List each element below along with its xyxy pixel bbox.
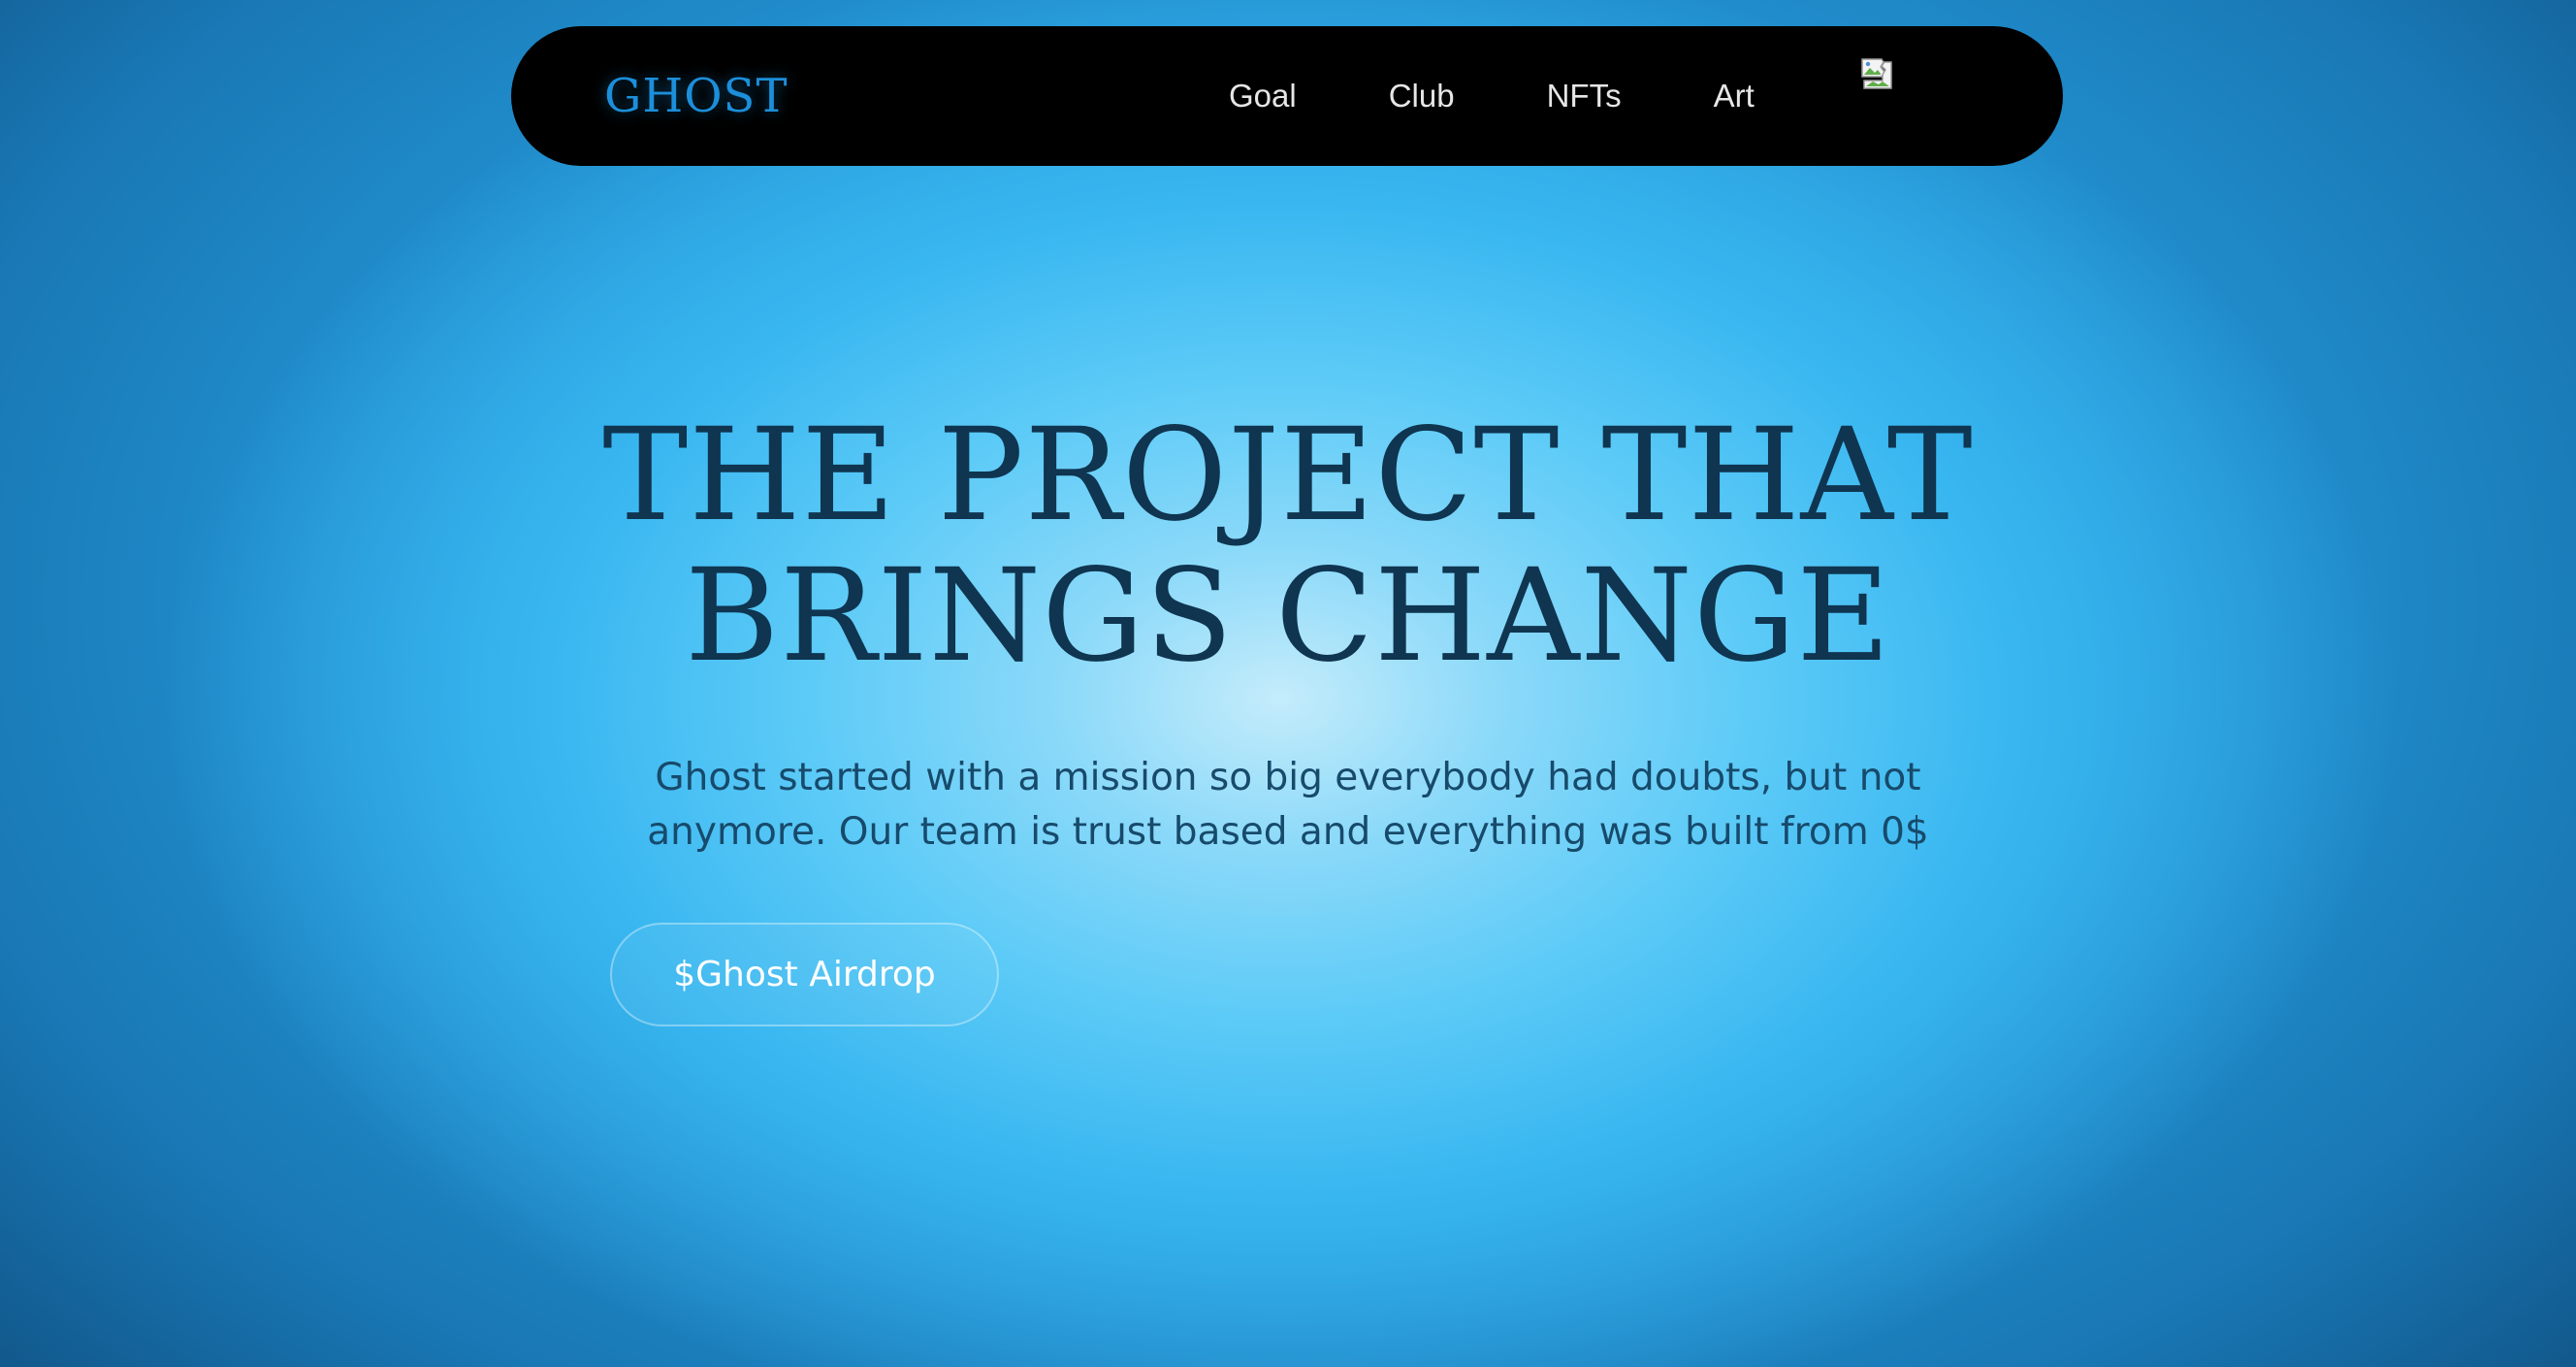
top-navbar: GHOST Goal Club NFTs Art	[511, 26, 2063, 166]
hero-title-line-2: BRINGS CHANGE	[685, 541, 1891, 691]
hero-title: THE PROJECT THAT BRINGS CHANGE	[0, 406, 2576, 687]
hero-title-line-1: THE PROJECT THAT	[602, 401, 1974, 550]
broken-image-icon[interactable]	[1861, 58, 1892, 89]
hero-description-line-1: Ghost started with a mission so big ever…	[655, 756, 1921, 799]
hero-description: Ghost started with a mission so big ever…	[512, 751, 2064, 860]
logo[interactable]: GHOST	[604, 26, 788, 166]
airdrop-button[interactable]: $Ghost Airdrop	[610, 923, 999, 1026]
nav-link-nfts[interactable]: NFTs	[1547, 78, 1622, 114]
nav-links: Goal Club NFTs Art	[1229, 26, 1847, 166]
nav-link-goal[interactable]: Goal	[1229, 78, 1297, 114]
nav-link-art[interactable]: Art	[1714, 78, 1755, 114]
hero-description-line-2: anymore. Our team is trust based and eve…	[647, 810, 1929, 854]
nav-link-club[interactable]: Club	[1389, 78, 1455, 114]
